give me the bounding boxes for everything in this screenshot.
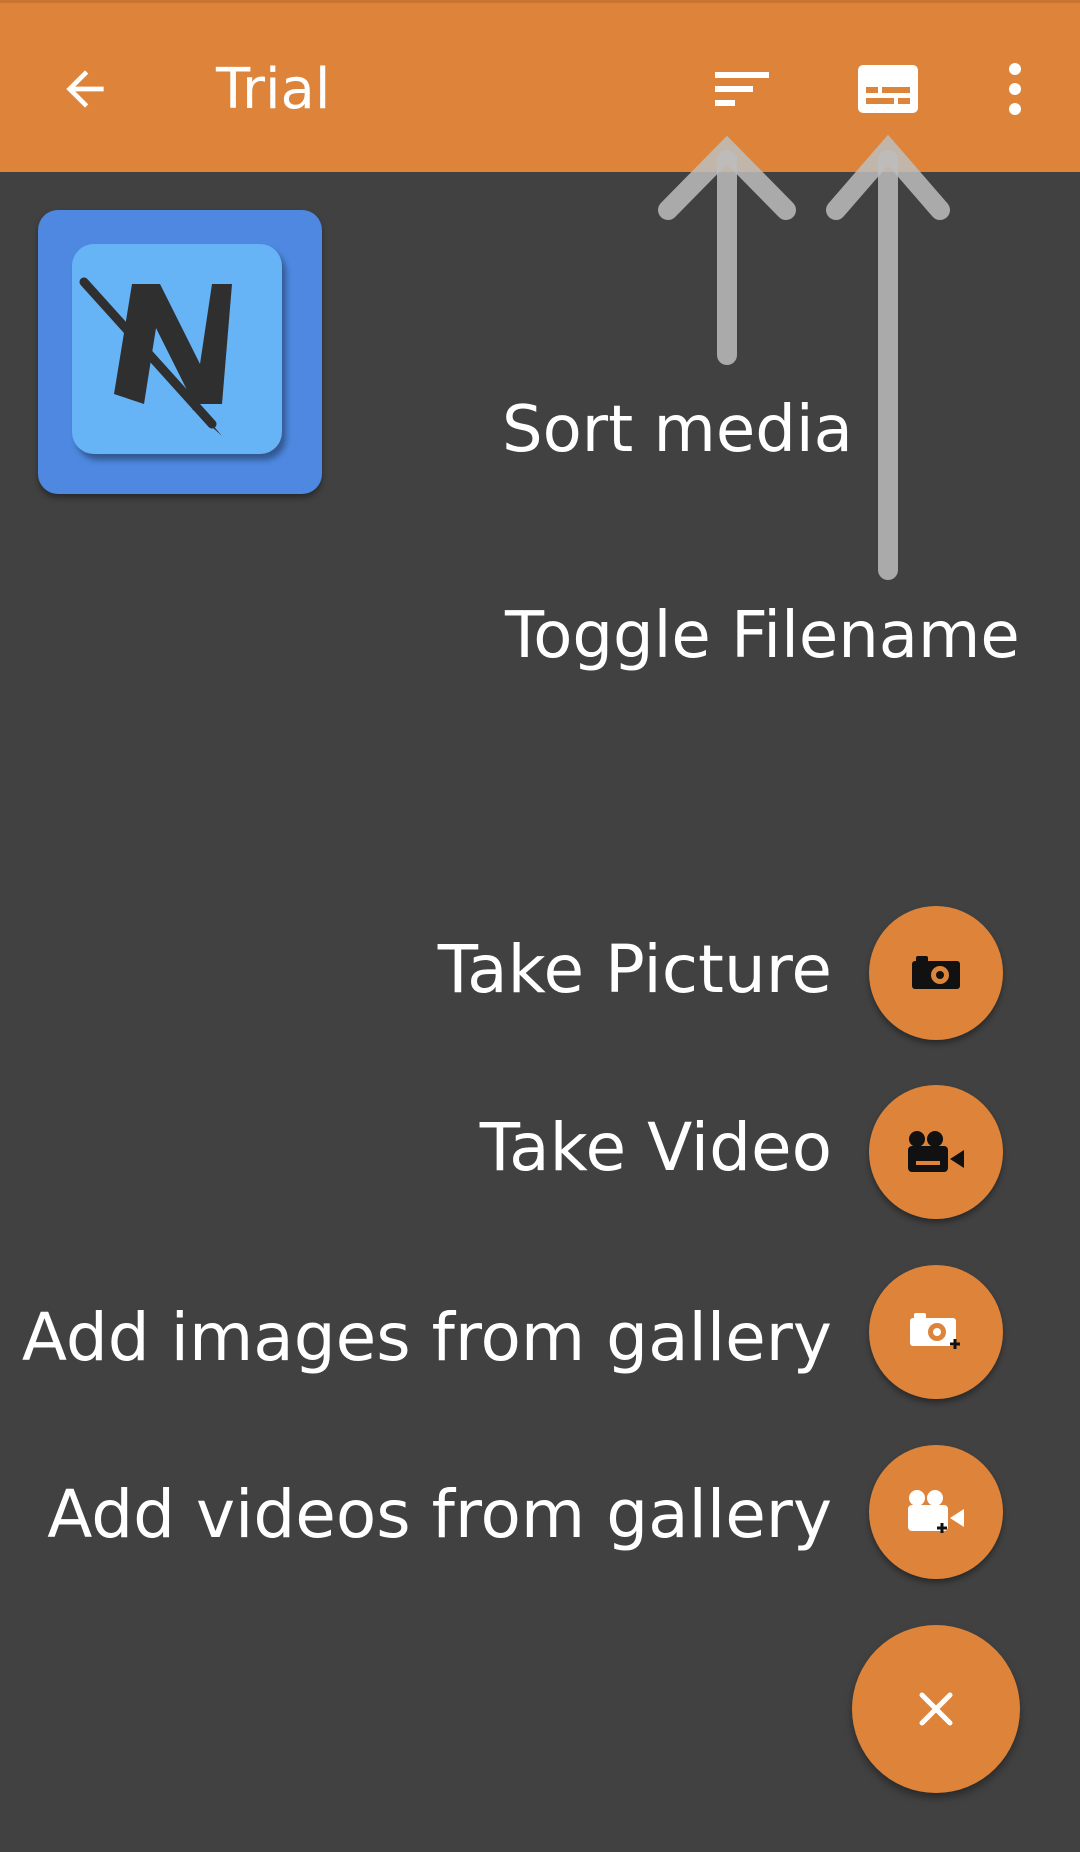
add-images-label[interactable]: Add images from gallery: [22, 1298, 832, 1378]
sort-media-label: Sort media: [502, 393, 853, 467]
screen: Trial Sort media Toggle Filename Take Pi…: [0, 0, 1080, 1852]
add-image-icon: [910, 1313, 960, 1349]
camera-icon: [912, 956, 960, 989]
take-picture-button[interactable]: [869, 906, 1003, 1040]
add-videos-label[interactable]: Add videos from gallery: [47, 1475, 832, 1555]
add-images-button[interactable]: [869, 1265, 1003, 1399]
take-video-label[interactable]: Take Video: [480, 1108, 832, 1188]
app-logo: [38, 210, 322, 494]
close-icon: [919, 1692, 953, 1726]
app-logo-inner: [72, 244, 282, 454]
pen-n-logo-icon: [79, 277, 232, 436]
add-videos-button[interactable]: [869, 1445, 1003, 1579]
add-video-icon: [908, 1490, 964, 1533]
video-camera-icon: [908, 1131, 964, 1172]
take-picture-label[interactable]: Take Picture: [438, 930, 832, 1010]
take-video-button[interactable]: [869, 1085, 1003, 1219]
close-fab-button[interactable]: [852, 1625, 1020, 1793]
toggle-filename-label: Toggle Filename: [505, 599, 1020, 673]
